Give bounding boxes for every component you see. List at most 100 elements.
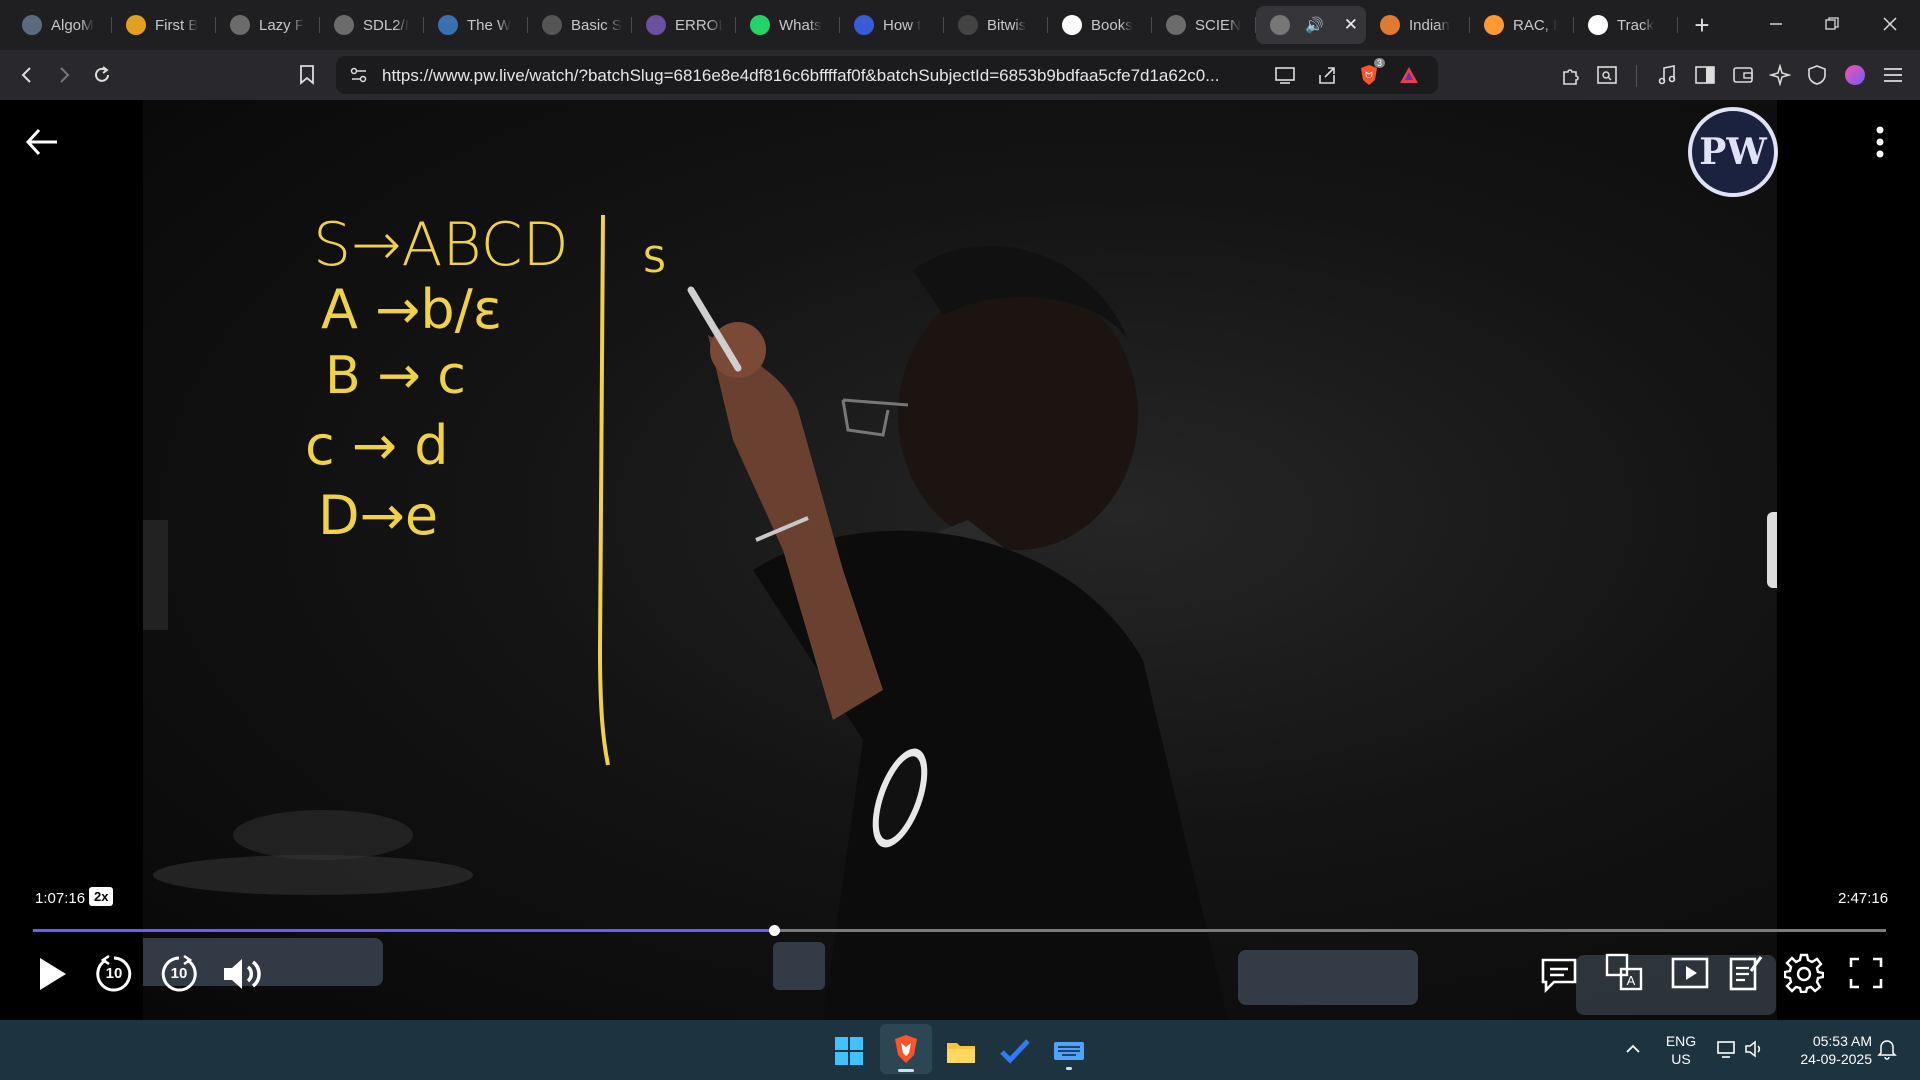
brave-rewards-icon[interactable] [1392,58,1426,92]
code-icon [958,15,978,35]
tab[interactable]: RAC, I [1470,6,1574,44]
clock[interactable]: 05:53 AM 24-09-2025 [1782,1032,1872,1068]
profile-icon[interactable] [1838,58,1872,92]
tab[interactable]: AlgoM [8,6,112,44]
close-window-icon[interactable] [1862,0,1918,48]
start-windows-icon[interactable] [826,1030,872,1072]
keyboard-region: US [1671,1051,1691,1067]
globe-icon [1166,15,1186,35]
tab[interactable]: Lazy F [216,6,320,44]
translate-icon[interactable]: A [1604,952,1646,994]
fullscreen-icon[interactable] [1845,952,1887,994]
share-icon[interactable] [1310,58,1344,92]
picture-in-picture-icon[interactable] [1670,952,1712,994]
media-icon[interactable] [1650,58,1684,92]
tab[interactable]: Basic S [528,6,632,44]
restore-icon[interactable] [1804,0,1860,48]
close-tab-icon[interactable]: ✕ [1344,15,1358,35]
play-icon[interactable] [30,952,74,996]
forward-seconds: 10 [170,965,188,982]
tab-label: The W [467,16,512,34]
minimize-icon[interactable] [1748,0,1804,48]
new-tab-button[interactable]: + [1682,6,1722,44]
tab[interactable]: How t [840,6,944,44]
reader-mode-icon[interactable] [1590,58,1624,92]
notes-icon[interactable] [1725,952,1767,994]
tab-active[interactable]: 🔊 ✕ [1256,6,1366,44]
tab[interactable]: SDL2/I [320,6,424,44]
tab[interactable]: Whats [736,6,840,44]
tab-label: ERROI [675,16,723,34]
tab[interactable]: Books [1048,6,1152,44]
tab-strip: AlgoM First B Lazy F SDL2/I The W Basic S ERRO… [0,0,1920,50]
svg-text:A: A [1627,973,1636,988]
bookmark-icon[interactable] [290,58,324,92]
ball-icon [1380,15,1400,35]
rewind-10-icon[interactable]: 10 [92,952,136,996]
menu-icon[interactable] [1876,58,1910,92]
todo-checkmark-icon[interactable] [992,1030,1038,1072]
windows-taskbar: ENG US 05:53 AM 24-09-2025 [0,1020,1920,1080]
india-flag-icon [1484,15,1504,35]
tab[interactable]: First B [112,6,216,44]
tab[interactable]: Bitwis [944,6,1048,44]
tab[interactable]: SCIEN [1152,6,1256,44]
browser-toolbar: https://www.pw.live/watch/?batchSlug=681… [0,50,1920,100]
volume-icon[interactable] [218,952,268,996]
board-line: B → c [325,346,466,406]
tab-label: RAC, I [1513,16,1558,34]
language-indicator[interactable]: ENG US [1660,1032,1702,1068]
embedded-pointer-tool [773,942,825,990]
speaker-icon[interactable] [1740,1034,1770,1064]
captions-icon[interactable] [1538,954,1580,996]
show-hidden-icons-chevron-icon[interactable] [1618,1034,1648,1064]
brave-shields-icon[interactable]: ᗢ 3 [1352,58,1386,92]
progress-bar[interactable] [33,925,1886,936]
notification-bell-icon[interactable] [1872,1034,1902,1064]
address-bar[interactable]: https://www.pw.live/watch/?batchSlug=681… [336,56,1438,94]
tab-list: AlgoM First B Lazy F SDL2/I The W Basic S ERRO… [8,6,1678,44]
keyboard-icon [542,15,562,35]
cast-icon[interactable] [1268,58,1302,92]
forward-10-icon[interactable]: 10 [157,952,201,996]
tab[interactable]: The W [424,6,528,44]
tab-label: Lazy F [259,16,305,34]
settings-gear-icon[interactable] [1783,952,1825,994]
forward-icon[interactable] [47,58,81,92]
progress-fill [33,929,775,932]
reload-icon[interactable] [85,58,119,92]
sidebar-icon[interactable] [1688,58,1722,92]
tab-label: How t [883,16,922,34]
globe-icon [230,15,250,35]
url-text: https://www.pw.live/watch/?batchSlug=681… [382,66,1220,85]
toolbar-divider [1636,65,1637,87]
network-icon[interactable] [1712,1034,1742,1064]
google-icon [1062,15,1082,35]
tab[interactable]: Track [1574,6,1678,44]
wallet-icon[interactable] [1726,58,1760,92]
board-divider-line [597,214,610,766]
tab-label: Basic S [571,16,622,34]
right-edge-panel [1767,512,1777,588]
bolt-icon [126,15,146,35]
board-right-letter: S [643,240,666,281]
pw-logo-text: PW [1699,131,1767,173]
more-options-icon[interactable] [1864,122,1896,162]
extensions-icon[interactable] [1554,58,1588,92]
vpn-icon[interactable] [1800,58,1834,92]
site-settings-icon[interactable] [342,58,376,92]
touch-keyboard-app-icon[interactable] [1046,1030,1092,1072]
board-line: D→e [318,484,439,547]
leo-ai-icon[interactable] [1763,58,1797,92]
tab[interactable]: ERROI [632,6,736,44]
tab-audio-icon[interactable]: 🔊 [1305,16,1324,34]
video-player[interactable]: S→ABCD A →b/ε B → c c → d D→e S PW 1:07:… [0,100,1920,1020]
tab-label: Whats [779,16,822,34]
playback-speed-badge[interactable]: 2x [89,887,114,906]
taskbar-brave-icon[interactable] [880,1024,932,1074]
back-arrow-icon[interactable] [22,122,62,162]
svg-text:ᗢ: ᗢ [1365,70,1373,80]
file-explorer-icon[interactable] [938,1030,984,1072]
back-icon[interactable] [10,58,44,92]
tab[interactable]: Indian [1366,6,1470,44]
